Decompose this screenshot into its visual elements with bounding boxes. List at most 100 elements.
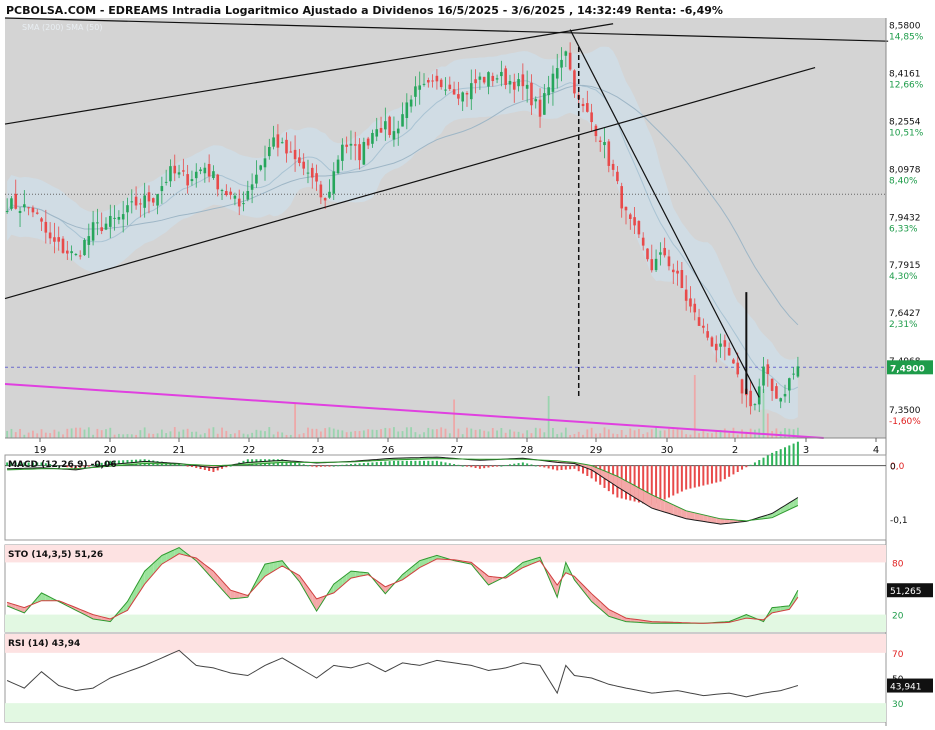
candle-body — [79, 255, 82, 256]
candle-body — [522, 74, 525, 86]
candle-body — [788, 378, 791, 390]
candle-body — [693, 304, 696, 313]
candle-body — [388, 117, 391, 135]
candle-body — [105, 224, 108, 230]
candle-body — [242, 203, 245, 204]
volume-bar — [165, 433, 167, 438]
volume-bar — [294, 403, 296, 438]
candle-body — [345, 145, 348, 147]
candle-body — [109, 216, 112, 227]
volume-bar — [690, 435, 692, 438]
volume-bar — [367, 429, 369, 438]
macd-hist-bar — [346, 464, 348, 465]
volume-bar — [531, 433, 533, 438]
candle-body — [754, 404, 757, 405]
candle-body — [620, 186, 623, 208]
x-tick-label: 19 — [34, 445, 47, 456]
macd-hist-bar — [462, 466, 464, 467]
macd-hist-bar — [341, 465, 343, 466]
candle-body — [113, 218, 116, 219]
candle-body — [27, 207, 30, 208]
volume-bar — [509, 430, 511, 438]
volume-bar — [427, 428, 429, 438]
candle-body — [143, 195, 146, 207]
volume-bar — [612, 434, 614, 438]
candle-body — [767, 364, 770, 374]
volume-bar — [634, 430, 636, 438]
candle-body — [784, 394, 787, 396]
candle-body — [191, 179, 194, 181]
volume-bar — [672, 429, 674, 438]
candle-body — [332, 171, 335, 193]
volume-bar — [324, 428, 326, 438]
candle-body — [277, 134, 280, 147]
volume-bar — [621, 430, 623, 438]
volume-bar — [599, 433, 601, 438]
candle-body — [152, 198, 155, 202]
sto-level-label: 20 — [892, 612, 904, 622]
macd-tick-label: 0 — [890, 463, 896, 473]
x-tick-label: 21 — [173, 445, 186, 456]
candle-body — [294, 150, 297, 159]
candle-body — [440, 80, 443, 87]
candle-body — [715, 344, 718, 350]
candle-body — [371, 133, 374, 144]
chart-canvas[interactable]: SMA (200) SMA (50)8,580014,85%8,416112,6… — [0, 0, 935, 726]
candle-body — [234, 196, 237, 199]
volume-bar — [260, 431, 262, 438]
macd-hist-bar — [552, 466, 554, 470]
macd-hist-bar — [530, 464, 532, 465]
macd-hist-bar — [182, 465, 184, 466]
candle-body — [749, 391, 752, 406]
volume-bar — [681, 430, 683, 438]
macd-hist-bar — [573, 466, 575, 469]
candle-body — [427, 80, 430, 82]
price-tick-label: 7,7915 — [889, 261, 921, 271]
price-tick-label: 8,5800 — [889, 22, 921, 32]
candle-body — [406, 102, 409, 118]
candle-body — [14, 194, 17, 209]
volume-bar — [406, 427, 408, 438]
candle-body — [268, 147, 271, 156]
candle-body — [560, 60, 563, 68]
macd-hist-bar — [307, 465, 309, 466]
candle-body — [732, 360, 735, 364]
macd-hist-bar — [466, 466, 468, 467]
volume-bar — [685, 434, 687, 438]
candle-body — [792, 374, 795, 375]
macd-hist-bar — [745, 466, 747, 468]
price-tick-percent: 2,31% — [889, 320, 918, 330]
macd-hist-bar — [363, 463, 365, 466]
volume-bar — [363, 430, 365, 438]
volume-bar — [217, 434, 219, 438]
candle-body — [706, 331, 709, 338]
candle-body — [19, 211, 22, 213]
volume-bar — [565, 428, 567, 438]
candle-body — [139, 203, 142, 204]
x-tick-label: 26 — [382, 445, 395, 456]
volume-bar — [221, 428, 223, 438]
macd-hist-bar — [298, 463, 300, 465]
volume-bar — [574, 434, 576, 438]
macd-panel-bg — [5, 455, 886, 540]
macd-hist-bar — [423, 461, 425, 466]
candle-body — [96, 222, 99, 223]
candle-body — [208, 164, 211, 176]
macd-hist-bar — [436, 461, 438, 466]
macd-hist-bar — [668, 466, 670, 498]
macd-hist-bar — [720, 466, 722, 482]
candle-body — [676, 271, 679, 274]
candle-body — [483, 77, 486, 83]
macd-hist-bar — [707, 466, 709, 485]
price-tick-percent: 14,85% — [889, 33, 924, 43]
macd-hist-bar — [445, 462, 447, 465]
price-tick-percent: -1,60% — [889, 417, 921, 427]
macd-hist-bar — [771, 453, 773, 466]
volume-bar — [419, 434, 421, 438]
macd-hist-bar — [732, 466, 734, 475]
volume-bar — [238, 430, 240, 438]
price-tick-percent: 6,33% — [889, 224, 918, 234]
candle-body — [397, 129, 400, 134]
macd-hist-bar — [561, 466, 563, 470]
candle-body — [195, 172, 198, 178]
